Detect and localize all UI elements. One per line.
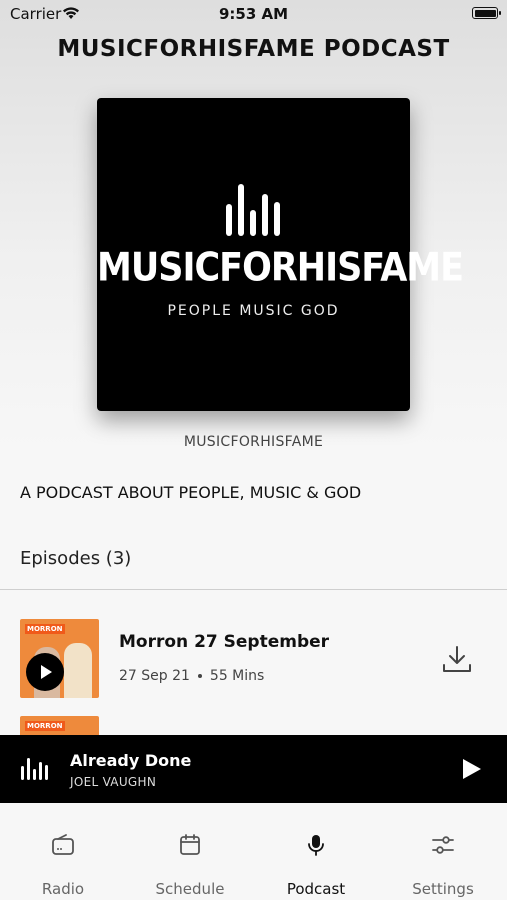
podcast-cover-art: MUSICFORHISFAME PEOPLE MUSIC GOD xyxy=(97,98,464,411)
radio-icon xyxy=(52,834,74,855)
microphone-icon xyxy=(308,835,324,856)
clock: 9:53 AM xyxy=(218,5,289,23)
episode-duration: 55 Mins xyxy=(209,668,265,684)
divider xyxy=(0,589,507,590)
calendar-icon xyxy=(180,834,200,855)
thumbnail-label: MORRON xyxy=(25,721,65,731)
play-icon[interactable] xyxy=(459,757,483,781)
tab-bar: Radio Schedule Podcast Settings xyxy=(0,803,507,900)
equalizer-logo-icon xyxy=(21,758,48,780)
tab-settings[interactable]: Settings xyxy=(380,803,506,900)
status-bar: Carrier 9:53 AM xyxy=(0,0,507,28)
episodes-heading: Episodes (3) xyxy=(20,548,132,569)
tab-schedule[interactable]: Schedule xyxy=(127,803,253,900)
episode-thumbnail[interactable]: MORRON xyxy=(20,619,99,698)
page-title: MUSICFORHISFAME PODCAST xyxy=(57,36,450,62)
tab-label: Podcast xyxy=(286,880,346,898)
now-playing-title: Already Done xyxy=(70,751,192,770)
equalizer-logo-icon xyxy=(226,184,280,236)
tab-label: Settings xyxy=(412,880,474,898)
thumbnail-label: MORRON xyxy=(25,624,65,634)
tab-podcast[interactable]: Podcast xyxy=(253,803,379,900)
podcast-description: A PODCAST ABOUT PEOPLE, MUSIC & GOD xyxy=(20,483,362,502)
podcast-author: MUSICFORHISFAME xyxy=(183,434,324,450)
download-icon[interactable] xyxy=(441,643,473,675)
battery-icon xyxy=(472,7,501,19)
cover-tagline: PEOPLE MUSIC GOD xyxy=(167,303,340,319)
sliders-icon xyxy=(432,836,454,854)
play-icon[interactable] xyxy=(26,653,64,691)
episode-date: 27 Sep 21 xyxy=(119,668,190,684)
now-playing-artist: JOEL VAUGHN xyxy=(70,775,157,789)
episode-row[interactable]: MORRON Morron 27 September 27 Sep 21 55 M… xyxy=(0,619,507,709)
tab-label: Schedule xyxy=(155,880,225,898)
tab-radio[interactable]: Radio xyxy=(0,803,126,900)
now-playing-bar[interactable]: Already Done JOEL VAUGHN xyxy=(0,735,507,803)
tab-label: Radio xyxy=(41,880,85,898)
episode-meta: 27 Sep 21 55 Mins xyxy=(119,668,264,684)
cover-brand-text: MUSICFORHISFAME xyxy=(97,245,464,291)
episode-title: Morron 27 September xyxy=(119,632,330,652)
